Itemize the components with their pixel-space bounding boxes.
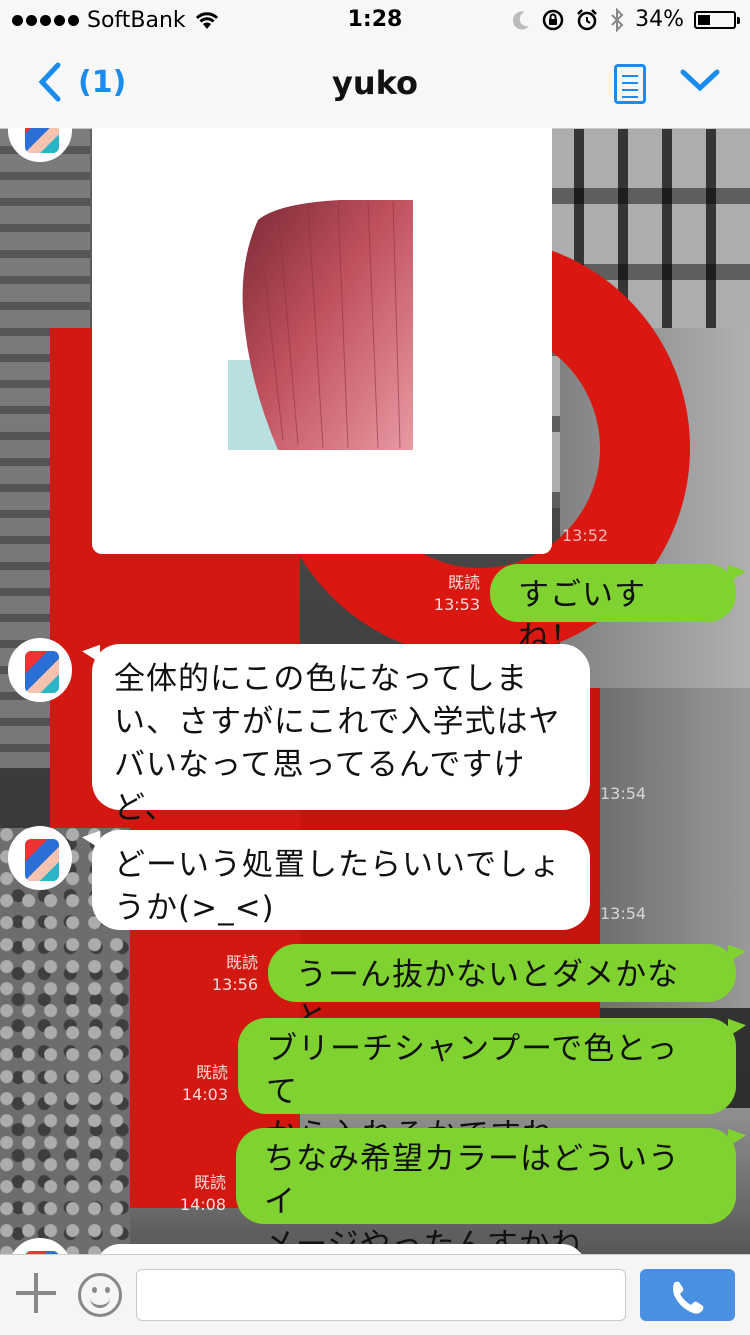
avatar[interactable] bbox=[8, 1238, 72, 1254]
avatar[interactable] bbox=[8, 826, 72, 890]
timestamp: 13:53 bbox=[433, 595, 480, 614]
message-meta: 既読 14:03 bbox=[168, 1062, 228, 1106]
battery-fill bbox=[698, 14, 710, 25]
read-receipt: 既読 bbox=[225, 953, 258, 972]
message-input[interactable] bbox=[136, 1269, 626, 1321]
image-message[interactable] bbox=[92, 128, 552, 554]
read-receipt: 既読 bbox=[447, 573, 480, 592]
message-meta: 既読 14:08 bbox=[166, 1172, 226, 1216]
read-receipt: 既読 bbox=[195, 1063, 228, 1082]
message-line: ブリーチシャンプーで色とって bbox=[266, 1031, 679, 1110]
alarm-icon bbox=[577, 8, 597, 30]
hair-photo[interactable] bbox=[228, 200, 418, 450]
incoming-message-partial[interactable] bbox=[96, 1244, 586, 1254]
message-line: うか(>_<) bbox=[114, 890, 275, 926]
message-line: バいなって思ってるんですけ bbox=[114, 747, 526, 783]
chat-area[interactable]: 13:52 既読 13:53 すごいすね！ 全体的にこの色になってしま い、さす… bbox=[0, 128, 750, 1254]
timestamp: 14:08 bbox=[179, 1195, 226, 1214]
plus-icon[interactable] bbox=[16, 1273, 56, 1313]
nav-bar: (1) yuko bbox=[0, 40, 750, 128]
message-line: 全体的にこの色になってしま bbox=[114, 661, 528, 697]
outgoing-message[interactable]: ちなみ希望カラーはどういうイ メージやったんすかね bbox=[236, 1128, 736, 1254]
message-meta: 既読 13:53 bbox=[420, 572, 480, 616]
status-right: 34% bbox=[513, 7, 740, 32]
timestamp: 14:03 bbox=[181, 1085, 228, 1104]
notes-icon[interactable] bbox=[614, 64, 646, 104]
avatar[interactable] bbox=[8, 638, 72, 702]
rotation-lock-icon bbox=[542, 9, 564, 30]
message-meta: 既読 13:56 bbox=[198, 952, 258, 996]
bluetooth-icon bbox=[611, 7, 624, 32]
battery-percent: 34% bbox=[635, 7, 684, 32]
top-bar: SoftBank 1:28 34% (1) yuko bbox=[0, 0, 750, 129]
outgoing-message[interactable]: ブリーチシャンプーで色とって から入れるかですね bbox=[238, 1018, 736, 1153]
battery-icon bbox=[694, 10, 740, 29]
incoming-message[interactable]: 全体的にこの色になってしま い、さすがにこれで入学式はヤ バいなって思ってるんで… bbox=[92, 644, 590, 826]
message-line: ちなみ希望カラーはどういうイ bbox=[264, 1141, 680, 1220]
message-line: ど、 bbox=[114, 790, 177, 826]
timestamp: 13:56 bbox=[211, 975, 258, 994]
phone-icon bbox=[673, 1281, 704, 1314]
timestamp: 13:52 bbox=[562, 526, 609, 545]
chevron-down-icon[interactable] bbox=[680, 66, 720, 96]
outgoing-message[interactable]: うーん抜かないとダメかなと bbox=[268, 944, 736, 1036]
call-button[interactable] bbox=[640, 1269, 735, 1321]
timestamp: 13:54 bbox=[600, 904, 647, 923]
message-line: い、さすがにこれで入学式はヤ bbox=[114, 704, 561, 740]
message-line: どーいう処置したらいいでしょ bbox=[114, 847, 562, 883]
incoming-message[interactable]: どーいう処置したらいいでしょ うか(>_<) bbox=[92, 830, 590, 930]
moon-icon bbox=[513, 10, 530, 29]
status-bar: SoftBank 1:28 34% bbox=[0, 0, 750, 40]
emoji-icon[interactable] bbox=[78, 1273, 122, 1317]
input-bar bbox=[0, 1254, 750, 1335]
avatar[interactable] bbox=[8, 128, 72, 162]
outgoing-message[interactable]: すごいすね！ bbox=[490, 564, 736, 656]
timestamp: 13:54 bbox=[600, 784, 647, 803]
read-receipt: 既読 bbox=[193, 1173, 226, 1192]
